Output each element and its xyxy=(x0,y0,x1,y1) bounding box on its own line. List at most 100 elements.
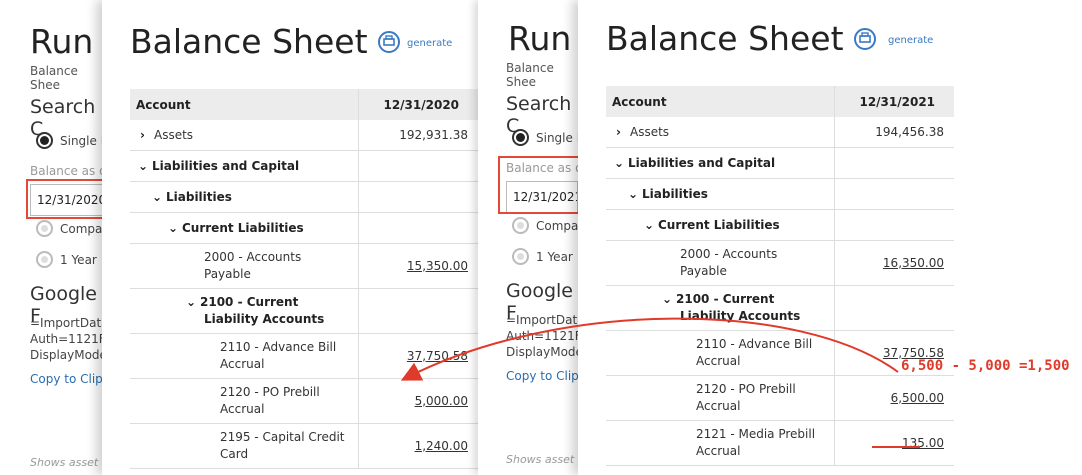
single-label: Single R xyxy=(536,131,580,145)
page-subtitle: Balance Shee xyxy=(30,64,78,92)
row-value-link[interactable]: 6,500.00 xyxy=(891,391,944,405)
row-label-line1: 2100 - Current xyxy=(676,291,775,306)
row-label-line1: 2110 - Advance Bill xyxy=(696,336,813,351)
row-value xyxy=(833,178,954,210)
table-row[interactable]: ⌄ 2100 - Current Liability Accounts xyxy=(130,288,478,334)
row-value-link[interactable]: 5,000.00 xyxy=(415,394,468,408)
single-radio[interactable] xyxy=(36,132,53,149)
chevron-down-icon[interactable]: ⌄ xyxy=(168,221,182,235)
one-year-radio[interactable] xyxy=(36,251,53,268)
table-row[interactable]: › Assets 192,931.38 xyxy=(130,120,478,151)
table-row[interactable]: ⌄ 2100 - Current Liability Accounts xyxy=(606,285,954,331)
col-date: 12/31/2021 xyxy=(833,86,954,117)
row-value-link[interactable]: 15,350.00 xyxy=(407,259,468,273)
chevron-down-icon[interactable]: ⌄ xyxy=(152,190,166,204)
table-row[interactable]: ⌄ Liabilities xyxy=(130,181,478,213)
row-label: Assets xyxy=(630,124,670,139)
table-row[interactable]: 2000 - Accounts Payable 16,350.00 xyxy=(606,240,954,286)
compare-radio[interactable] xyxy=(512,217,529,234)
table-header-row: Account 12/31/2020 xyxy=(130,89,478,120)
import-line-1: =ImportData xyxy=(30,316,109,330)
row-value-link[interactable]: 37,750.58 xyxy=(407,349,468,363)
chevron-right-icon[interactable]: › xyxy=(140,128,154,142)
value-underline-annotation xyxy=(872,446,920,448)
page-subtitle: Balance Shee xyxy=(506,61,554,89)
row-label-line2: Payable xyxy=(204,266,251,281)
row-label-line2: Accrual xyxy=(220,401,265,416)
row-value xyxy=(357,150,478,182)
table-row[interactable]: ⌄ Liabilities and Capital xyxy=(606,147,954,179)
generate-label: generate xyxy=(407,38,453,49)
one-year-label: 1 Year xyxy=(60,253,97,267)
row-label-line1: 2000 - Accounts xyxy=(680,246,778,261)
compare-radio[interactable] xyxy=(36,220,53,237)
row-label-line2: Payable xyxy=(680,263,727,278)
page-title: Run xyxy=(508,19,572,58)
import-line-3: DisplayMode xyxy=(506,345,580,359)
col-account: Account xyxy=(606,86,834,117)
table-row[interactable]: 2195 - Capital Credit Card 1,240.00 xyxy=(130,423,478,469)
row-label-line1: 2110 - Advance Bill xyxy=(220,339,337,354)
row-label-line1: 2120 - PO Prebill xyxy=(220,384,320,399)
row-label: Liabilities and Capital xyxy=(152,158,300,173)
row-label: Liabilities xyxy=(166,189,232,204)
single-radio[interactable] xyxy=(512,129,529,146)
generate-label: generate xyxy=(888,35,934,46)
row-value-link[interactable]: 1,240.00 xyxy=(415,439,468,453)
chevron-down-icon[interactable]: ⌄ xyxy=(644,218,658,232)
row-label-line1: 2100 - Current xyxy=(200,294,299,309)
left-background-page: Run Balance Shee Search C Single R Balan… xyxy=(0,0,110,475)
table-row[interactable]: ⌄ Current Liabilities xyxy=(606,209,954,241)
print-icon xyxy=(378,31,400,53)
table-row[interactable]: › Assets 194,456.38 xyxy=(606,117,954,148)
row-label-line1: 2121 - Media Prebill xyxy=(696,426,816,441)
date-highlight-box xyxy=(26,179,108,219)
chevron-down-icon[interactable]: ⌄ xyxy=(614,156,628,170)
footer-note: Shows asset xyxy=(30,456,99,469)
row-label-line2: Accrual xyxy=(696,398,741,413)
row-label-line2: Liability Accounts xyxy=(204,311,325,326)
row-label-line2: Accrual xyxy=(696,443,741,458)
print-icon xyxy=(854,28,876,50)
table-row[interactable]: 2121 - Media Prebill Accrual 135.00 xyxy=(606,420,954,466)
chevron-down-icon[interactable]: ⌄ xyxy=(186,294,200,311)
row-label: Assets xyxy=(154,127,194,142)
chevron-down-icon[interactable]: ⌄ xyxy=(628,187,642,201)
difference-annotation: 6,500 - 5,000 =1,500 xyxy=(901,358,1070,374)
copy-to-clipboard-link[interactable]: Copy to Clip xyxy=(30,372,103,386)
row-value-link[interactable]: 16,350.00 xyxy=(883,256,944,270)
row-value xyxy=(833,285,954,331)
table-row[interactable]: 2120 - PO Prebill Accrual 6,500.00 xyxy=(606,375,954,421)
chevron-right-icon[interactable]: › xyxy=(616,125,630,139)
row-label-line1: 2120 - PO Prebill xyxy=(696,381,796,396)
table-row[interactable]: ⌄ Current Liabilities xyxy=(130,212,478,244)
row-label: Current Liabilities xyxy=(658,217,780,232)
row-value xyxy=(357,288,478,334)
table-row[interactable]: 2120 - PO Prebill Accrual 5,000.00 xyxy=(130,378,478,424)
table-row[interactable]: ⌄ Liabilities xyxy=(606,178,954,210)
balance-as-of-label: Balance as o xyxy=(30,164,107,178)
balance-sheet-title: Balance Sheet xyxy=(606,19,844,58)
col-account: Account xyxy=(130,89,358,120)
row-label: Liabilities xyxy=(642,186,708,201)
page-title: Run xyxy=(30,22,94,61)
footer-note: Shows asset xyxy=(506,453,575,466)
chevron-down-icon[interactable]: ⌄ xyxy=(138,159,152,173)
row-label: Liabilities and Capital xyxy=(628,155,776,170)
row-label-line2: Accrual xyxy=(696,353,741,368)
import-line-2: Auth=1121F7 xyxy=(30,332,110,346)
copy-to-clipboard-link[interactable]: Copy to Clip xyxy=(506,369,579,383)
row-label: Current Liabilities xyxy=(182,220,304,235)
row-label-line1: 2000 - Accounts xyxy=(204,249,302,264)
table-row[interactable]: 2000 - Accounts Payable 15,350.00 xyxy=(130,243,478,289)
row-value xyxy=(833,209,954,241)
row-value xyxy=(833,147,954,179)
balance-sheet-table: Account 12/31/2021 › Assets 194,456.38 ⌄ L… xyxy=(606,86,954,466)
table-row[interactable]: 2110 - Advance Bill Accrual 37,750.58 xyxy=(130,333,478,379)
chevron-down-icon[interactable]: ⌄ xyxy=(662,291,676,308)
col-date: 12/31/2020 xyxy=(357,89,478,120)
row-label-line2: Card xyxy=(220,446,249,461)
one-year-radio[interactable] xyxy=(512,248,529,265)
table-row[interactable]: ⌄ Liabilities and Capital xyxy=(130,150,478,182)
one-year-label: 1 Year xyxy=(536,250,573,264)
